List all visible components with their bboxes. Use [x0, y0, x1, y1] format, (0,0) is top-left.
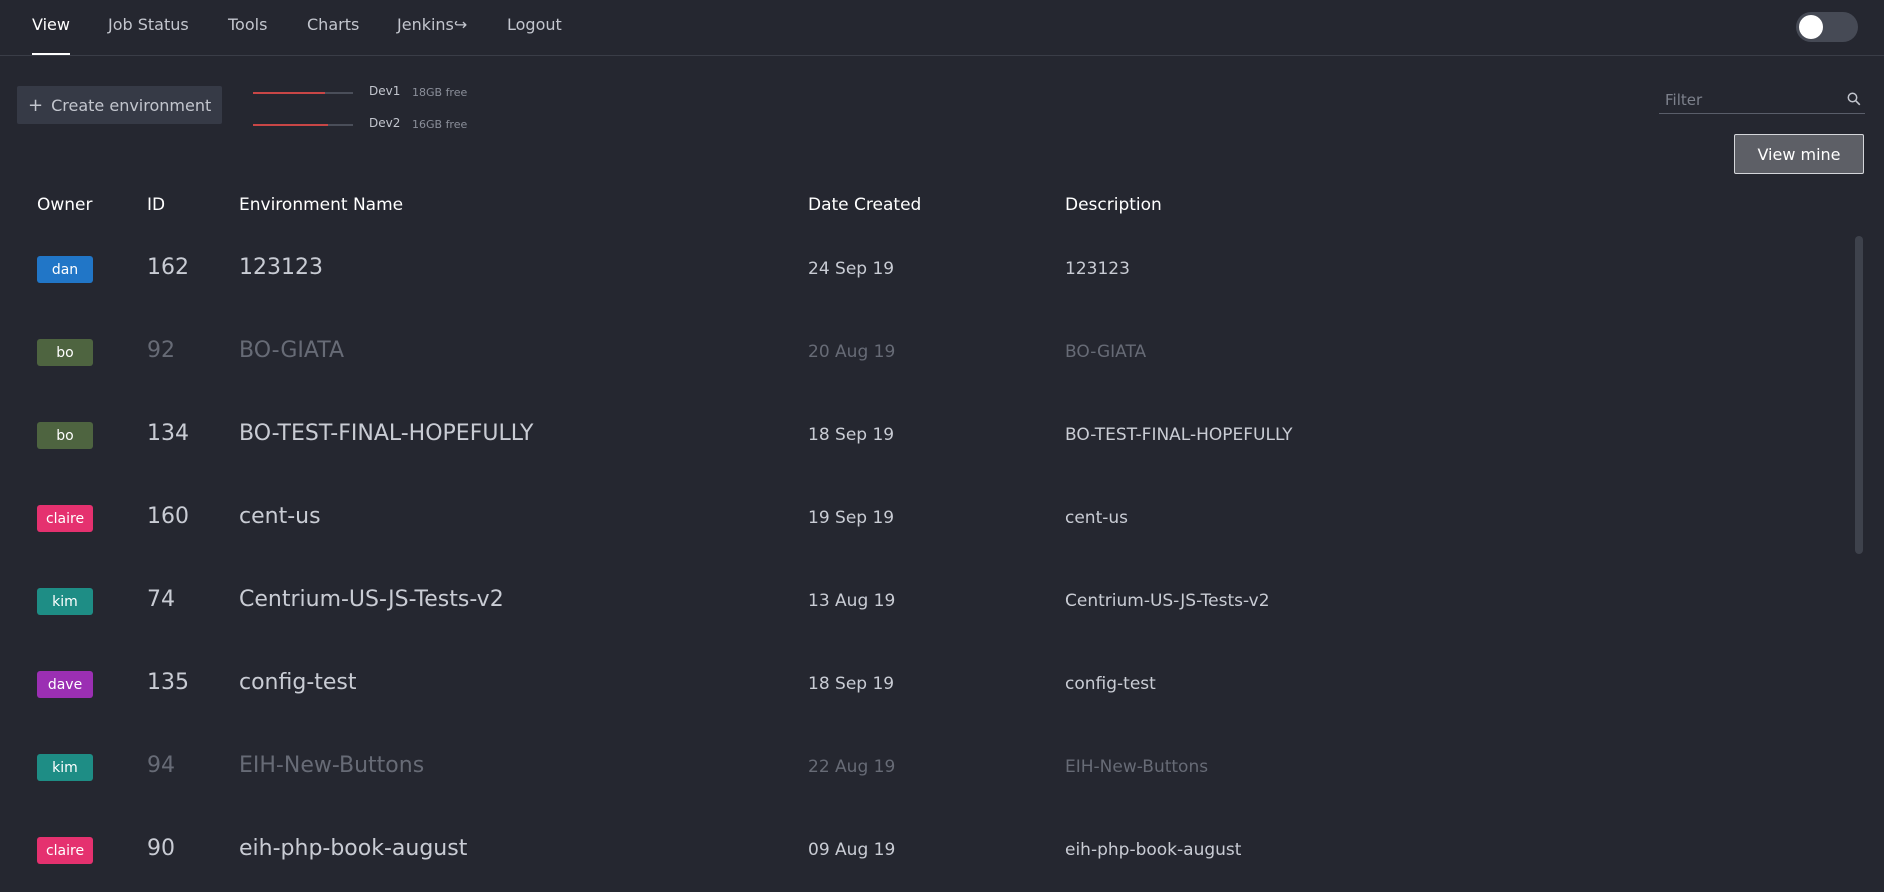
filter-input[interactable]: [1663, 87, 1837, 113]
owner-badge: kim: [37, 588, 93, 615]
create-environment-label: Create environment: [51, 95, 212, 115]
nav-job-status[interactable]: Job Status: [108, 15, 189, 55]
description: config-test: [1065, 674, 1156, 694]
table-row[interactable]: claire 160 cent-us 19 Sep 19 cent-us: [0, 477, 1850, 560]
server-name: Dev1: [369, 84, 401, 98]
row-id: 134: [147, 421, 189, 446]
owner-badge: dan: [37, 256, 93, 283]
header-owner[interactable]: Owner: [37, 195, 93, 215]
environment-name[interactable]: Centrium-US-JS-Tests-v2: [239, 587, 504, 612]
nav-view[interactable]: View: [32, 15, 70, 55]
date-created: 18 Sep 19: [808, 425, 895, 445]
row-id: 92: [147, 338, 175, 363]
nav-logout[interactable]: Logout: [507, 15, 562, 55]
nav-charts[interactable]: Charts: [307, 15, 359, 55]
description: cent-us: [1065, 508, 1129, 528]
environment-name[interactable]: BO-TEST-FINAL-HOPEFULLY: [239, 421, 534, 446]
owner-badge: claire: [37, 837, 93, 864]
theme-toggle[interactable]: [1796, 12, 1858, 42]
header-date-created[interactable]: Date Created: [808, 195, 921, 215]
usage-bar-track: [253, 124, 353, 126]
row-id: 94: [147, 753, 175, 778]
table-row[interactable]: bo 92 BO-GIATA 20 Aug 19 BO-GIATA: [0, 311, 1850, 394]
date-created: 18 Sep 19: [808, 674, 895, 694]
usage-bar-fill: [253, 92, 325, 94]
header-id[interactable]: ID: [147, 195, 165, 215]
owner-badge: kim: [37, 754, 93, 781]
top-nav: View Job Status Tools Charts Jenkins↪ Lo…: [0, 0, 1884, 56]
row-id: 162: [147, 255, 189, 280]
server-free-space: 18GB free: [412, 86, 468, 99]
date-created: 19 Sep 19: [808, 508, 895, 528]
description: BO-GIATA: [1065, 342, 1147, 362]
toggle-knob: [1799, 15, 1823, 39]
server-usage-dev1: Dev1 18GB free: [253, 83, 503, 103]
description: EIH-New-Buttons: [1065, 757, 1209, 777]
row-id: 74: [147, 587, 175, 612]
filter-box: [1659, 87, 1865, 114]
environment-name[interactable]: eih-php-book-august: [239, 836, 467, 861]
description: Centrium-US-JS-Tests-v2: [1065, 591, 1270, 611]
table-row[interactable]: dan 162 123123 24 Sep 19 123123: [0, 228, 1850, 311]
owner-badge: bo: [37, 422, 93, 449]
environment-name[interactable]: 123123: [239, 255, 323, 280]
owner-badge: claire: [37, 505, 93, 532]
server-name: Dev2: [369, 116, 401, 130]
row-id: 160: [147, 504, 189, 529]
search-icon[interactable]: [1847, 92, 1861, 106]
nav-jenkins[interactable]: Jenkins↪: [397, 15, 467, 55]
table-row[interactable]: dave 135 config-test 18 Sep 19 config-test: [0, 643, 1850, 726]
view-mine-button[interactable]: View mine: [1734, 134, 1864, 174]
table-row[interactable]: kim 74 Centrium-US-JS-Tests-v2 13 Aug 19 Cen…: [0, 560, 1850, 643]
table-row[interactable]: claire 90 eih-php-book-august 09 Aug 19 eih-…: [0, 809, 1850, 892]
owner-badge: dave: [37, 671, 93, 698]
usage-bar-fill: [253, 124, 328, 126]
date-created: 13 Aug 19: [808, 591, 896, 611]
date-created: 22 Aug 19: [808, 757, 896, 777]
server-usage-dev2: Dev2 16GB free: [253, 115, 503, 135]
header-description[interactable]: Description: [1065, 195, 1162, 215]
date-created: 20 Aug 19: [808, 342, 896, 362]
plus-icon: +: [28, 94, 44, 116]
description: BO-TEST-FINAL-HOPEFULLY: [1065, 425, 1293, 445]
environment-name[interactable]: EIH-New-Buttons: [239, 753, 424, 778]
scrollbar[interactable]: [1855, 236, 1863, 554]
environment-name[interactable]: BO-GIATA: [239, 338, 344, 363]
header-environment-name[interactable]: Environment Name: [239, 195, 403, 215]
date-created: 24 Sep 19: [808, 259, 895, 279]
create-environment-button[interactable]: + Create environment: [17, 86, 222, 124]
nav-tools[interactable]: Tools: [228, 15, 267, 55]
description: 123123: [1065, 259, 1130, 279]
row-id: 90: [147, 836, 175, 861]
table-row[interactable]: kim 94 EIH-New-Buttons 22 Aug 19 EIH-New-But…: [0, 726, 1850, 809]
row-id: 135: [147, 670, 189, 695]
environment-name[interactable]: cent-us: [239, 504, 321, 529]
server-free-space: 16GB free: [412, 118, 468, 131]
table-row[interactable]: bo 134 BO-TEST-FINAL-HOPEFULLY 18 Sep 19 BO-…: [0, 394, 1850, 477]
usage-bar-track: [253, 92, 353, 94]
date-created: 09 Aug 19: [808, 840, 896, 860]
description: eih-php-book-august: [1065, 840, 1242, 860]
owner-badge: bo: [37, 339, 93, 366]
environment-name[interactable]: config-test: [239, 670, 357, 695]
